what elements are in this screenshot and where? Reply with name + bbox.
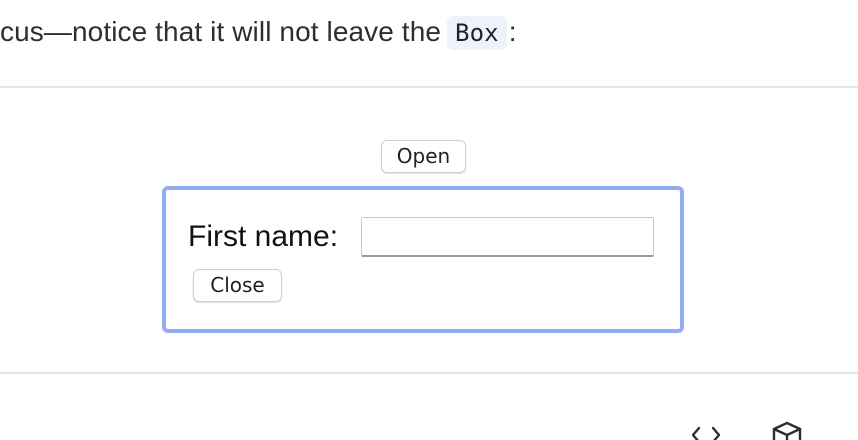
open-button[interactable]: Open — [381, 140, 466, 173]
intro-text-before: cus—notice that it will not leave the — [0, 16, 442, 47]
sandbox-icon[interactable] — [770, 420, 804, 440]
inline-code-box: Box — [447, 16, 507, 50]
intro-paragraph: cus—notice that it will not leave the Box… — [0, 10, 517, 55]
intro-text-after: : — [508, 16, 517, 47]
close-button[interactable]: Close — [193, 269, 282, 302]
focus-trap-box: First name: Close — [162, 186, 684, 333]
first-name-input[interactable] — [361, 217, 654, 257]
example-toolbar — [0, 420, 858, 440]
bottom-divider — [0, 372, 858, 374]
code-icon[interactable] — [688, 424, 724, 440]
demo-area: Open First name: Close — [0, 88, 858, 372]
first-name-label: First name: — [188, 220, 339, 253]
